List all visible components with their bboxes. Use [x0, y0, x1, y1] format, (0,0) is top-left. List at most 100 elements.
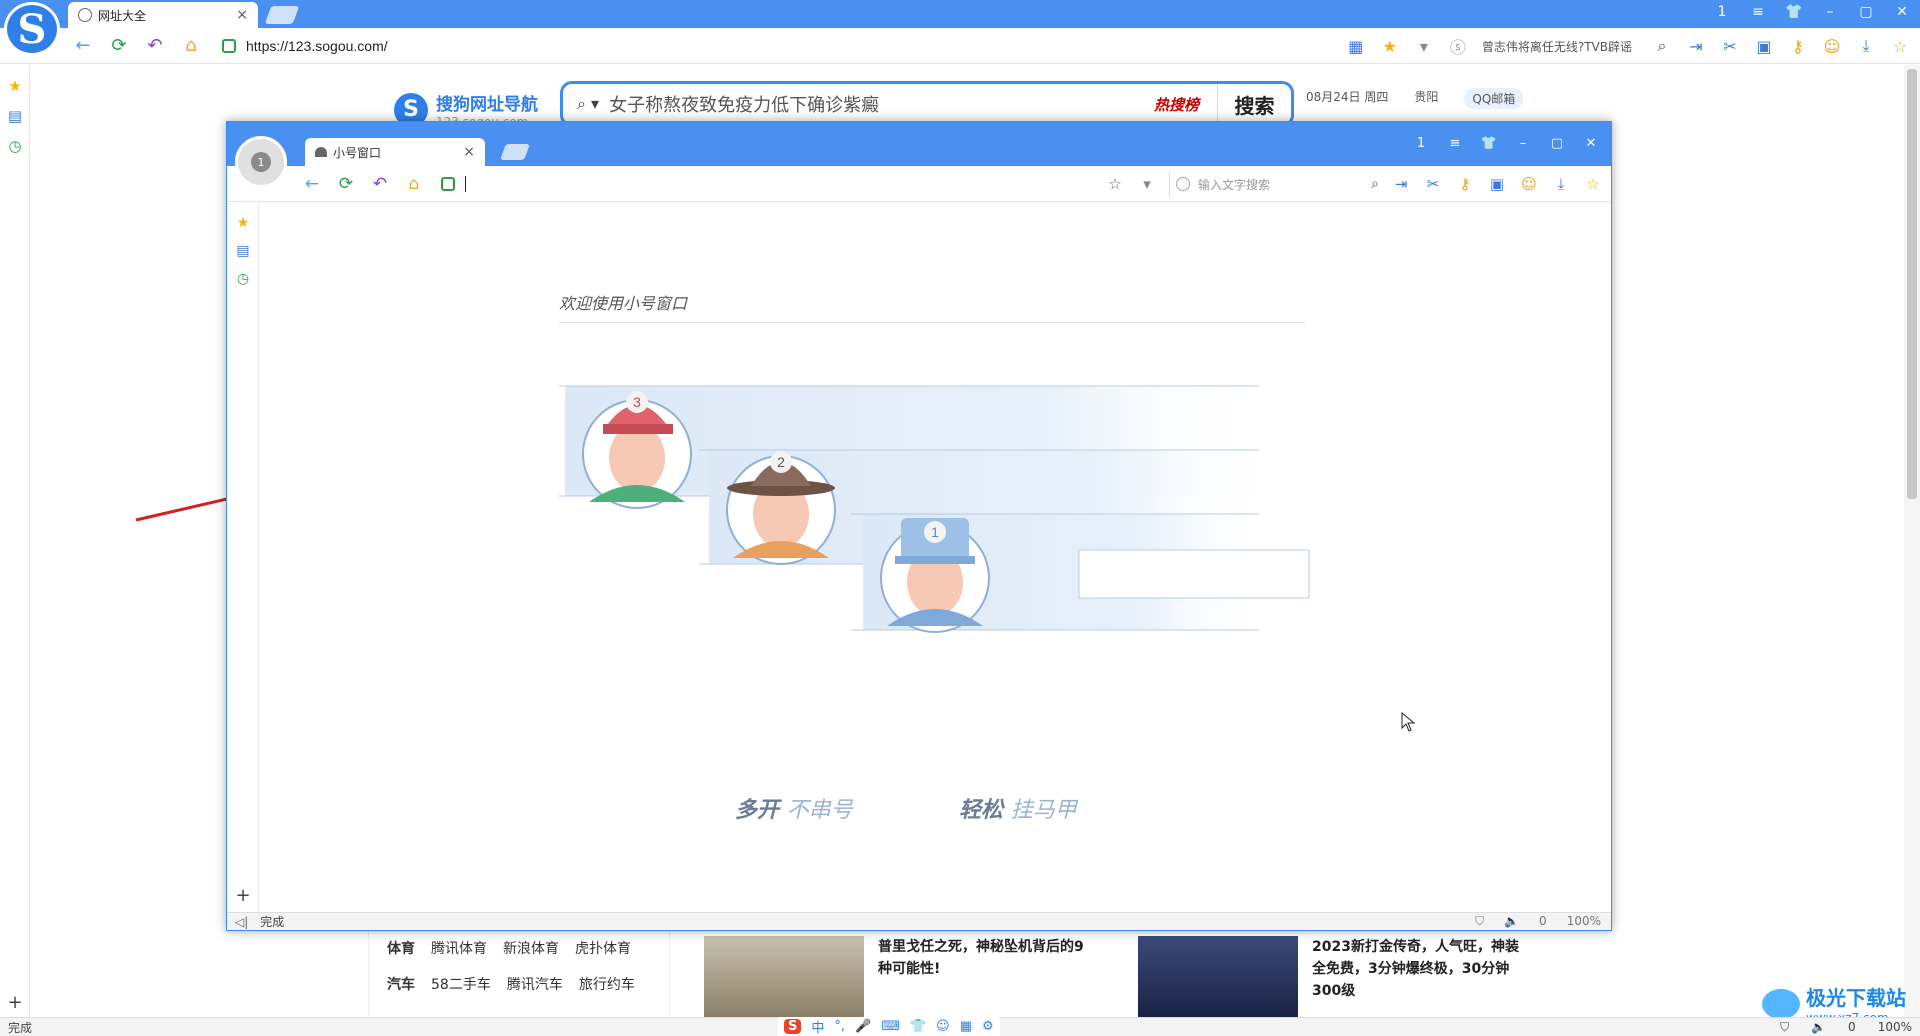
link-item[interactable]: 虎扑体育: [575, 938, 631, 958]
ime-keyboard-icon[interactable]: ⌨: [881, 1019, 900, 1034]
key-icon[interactable]: ⚷: [1455, 175, 1475, 193]
screenshot-scissors-icon[interactable]: ✂: [1423, 175, 1443, 193]
chevron-down-icon[interactable]: ▾: [1414, 37, 1434, 56]
ime-settings-icon[interactable]: ⚙: [982, 1019, 994, 1034]
link-item[interactable]: 腾讯汽车: [507, 974, 563, 994]
screenshot-scissors-icon[interactable]: ✂: [1720, 37, 1740, 56]
skin-icon[interactable]: 👕: [1479, 136, 1499, 151]
sidebar-favorites-icon[interactable]: ★: [0, 77, 30, 95]
sidebar-favorites-icon[interactable]: ★: [227, 215, 259, 231]
security-icon[interactable]: ⛉: [1780, 1020, 1789, 1035]
emoji-icon[interactable]: ☺: [1519, 175, 1539, 193]
home-icon[interactable]: ⌂: [403, 174, 425, 194]
login-icon[interactable]: ⇥: [1391, 175, 1411, 193]
bookmark-star-icon[interactable]: ☆: [1583, 175, 1603, 193]
news-headline[interactable]: 2023新打金传奇，人气旺，神装全免费，3分钟爆终极，30分钟300级: [1312, 936, 1528, 1018]
news-card[interactable]: 2023新打金传奇，人气旺，神装全免费，3分钟爆终极，30分钟300级: [1138, 936, 1528, 1018]
maximize-button[interactable]: ▢: [1547, 136, 1567, 151]
security-icon[interactable]: ⛉: [1475, 914, 1484, 929]
sidebar-add-icon[interactable]: +: [227, 885, 259, 906]
news-headline[interactable]: 普里戈任之死，神秘坠机背后的9种可能性!: [878, 936, 1094, 1018]
back-icon[interactable]: ←: [301, 174, 323, 194]
news-ticker[interactable]: 曾志伟将离任无线?TVB辟谣: [1482, 38, 1632, 55]
zoom-level[interactable]: 100%: [1567, 914, 1601, 929]
inner-tab-close-button[interactable]: ×: [463, 144, 475, 160]
link-item[interactable]: 腾讯体育: [431, 938, 487, 958]
sidebar-history-icon[interactable]: ◷: [227, 271, 259, 287]
sogou-ime-icon[interactable]: S: [784, 1019, 802, 1034]
zoom-level[interactable]: 100%: [1878, 1020, 1912, 1035]
inner-search-box[interactable]: 输入文字搜索 ⌕: [1169, 172, 1379, 196]
link-item[interactable]: 新浪体育: [503, 938, 559, 958]
sogou-browser-logo-icon[interactable]: S: [4, 2, 60, 56]
link-item[interactable]: 58二手车: [431, 974, 491, 994]
shield-icon[interactable]: [222, 38, 236, 53]
ime-voice-icon[interactable]: 🎤: [855, 1019, 871, 1034]
hot-list-dropdown[interactable]: 热搜榜: [1154, 94, 1199, 115]
download-icon[interactable]: ⤓: [1856, 36, 1876, 56]
chevron-down-icon[interactable]: ▾: [1137, 175, 1157, 193]
skin-icon[interactable]: 👕: [1784, 4, 1804, 20]
close-button[interactable]: ✕: [1581, 136, 1601, 151]
qq-mail-button[interactable]: QQ邮箱: [1464, 88, 1524, 109]
download-icon[interactable]: ⤓: [1551, 175, 1571, 193]
undo-icon[interactable]: ↶: [369, 174, 391, 194]
sidebar-reader-icon[interactable]: ▤: [227, 243, 259, 259]
key-icon[interactable]: ⚷: [1788, 37, 1808, 56]
undo-icon[interactable]: ↶: [144, 35, 166, 56]
news-card[interactable]: 普里戈任之死，神秘坠机背后的9种可能性!: [704, 936, 1094, 1018]
search-icon[interactable]: ⌕: [1371, 176, 1379, 192]
sidebar-toggle-icon[interactable]: 1: [1712, 4, 1732, 20]
link-category[interactable]: 汽车: [387, 974, 415, 994]
close-button[interactable]: ✕: [1892, 4, 1912, 20]
minimize-button[interactable]: –: [1820, 4, 1840, 20]
sidebar-add-icon[interactable]: +: [0, 992, 30, 1013]
tab-home[interactable]: 网址大全 ×: [68, 2, 258, 28]
menu-icon[interactable]: ≡: [1748, 4, 1768, 20]
account-avatar[interactable]: 1: [235, 136, 287, 188]
sidebar-history-icon[interactable]: ◷: [0, 137, 30, 155]
restore-button[interactable]: ▢: [1856, 4, 1876, 20]
ime-emoji-icon[interactable]: ☺: [936, 1019, 950, 1034]
refresh-icon[interactable]: ⟳: [335, 174, 357, 194]
link-category[interactable]: 体育: [387, 938, 415, 958]
menu-icon[interactable]: ≡: [1445, 136, 1465, 151]
search-input[interactable]: 女子称熬夜致免疫力低下确诊紫癜: [609, 91, 1154, 117]
ime-toolbox-icon[interactable]: ▦: [960, 1019, 972, 1034]
search-button[interactable]: 搜索: [1217, 84, 1291, 124]
sidebar-toggle-icon[interactable]: 1: [1411, 136, 1431, 151]
tab-close-button[interactable]: ×: [236, 7, 248, 23]
ime-punctuation-icon[interactable]: °,: [834, 1019, 845, 1034]
address-bar[interactable]: [465, 175, 466, 192]
search-icon[interactable]: ⌕: [1652, 36, 1672, 56]
scrollbar-thumb[interactable]: [1907, 69, 1917, 499]
sidebar-reader-icon[interactable]: ▤: [0, 107, 30, 125]
sound-icon[interactable]: 🔈: [1504, 914, 1519, 929]
ime-chinese-mode[interactable]: 中: [811, 1017, 824, 1036]
sound-icon[interactable]: 🔈: [1811, 1020, 1826, 1035]
address-bar[interactable]: https://123.sogou.com/: [246, 38, 388, 54]
minimize-button[interactable]: –: [1513, 136, 1533, 151]
emoji-icon[interactable]: ☺: [1822, 37, 1842, 56]
login-icon[interactable]: ⇥: [1686, 37, 1706, 56]
translate-icon[interactable]: ▣: [1487, 175, 1507, 193]
link-item[interactable]: 旅行约车: [579, 974, 635, 994]
news-thumbnail[interactable]: [704, 936, 864, 1018]
refresh-icon[interactable]: ⟳: [108, 35, 130, 56]
favorite-star-icon[interactable]: ★: [1380, 37, 1400, 56]
bookmark-star-icon[interactable]: ☆: [1890, 37, 1910, 56]
qrcode-icon[interactable]: ▦: [1346, 37, 1366, 56]
back-icon[interactable]: ←: [72, 35, 94, 56]
inner-search-input[interactable]: 输入文字搜索: [1198, 176, 1371, 193]
page-scrollbar[interactable]: [1904, 65, 1920, 1017]
collapse-sidebar-icon[interactable]: ◁|: [235, 915, 248, 929]
favorite-star-icon[interactable]: ☆: [1105, 175, 1125, 193]
home-icon[interactable]: ⌂: [180, 35, 202, 56]
blocked-count[interactable]: 0: [1848, 1020, 1856, 1035]
blocked-count[interactable]: 0: [1539, 914, 1547, 929]
translate-icon[interactable]: ▣: [1754, 37, 1774, 56]
ime-skin-icon[interactable]: 👕: [910, 1019, 926, 1034]
news-thumbnail[interactable]: [1138, 936, 1298, 1018]
city-dropdown[interactable]: 贵阳: [1414, 88, 1438, 109]
shield-icon[interactable]: [441, 176, 455, 191]
